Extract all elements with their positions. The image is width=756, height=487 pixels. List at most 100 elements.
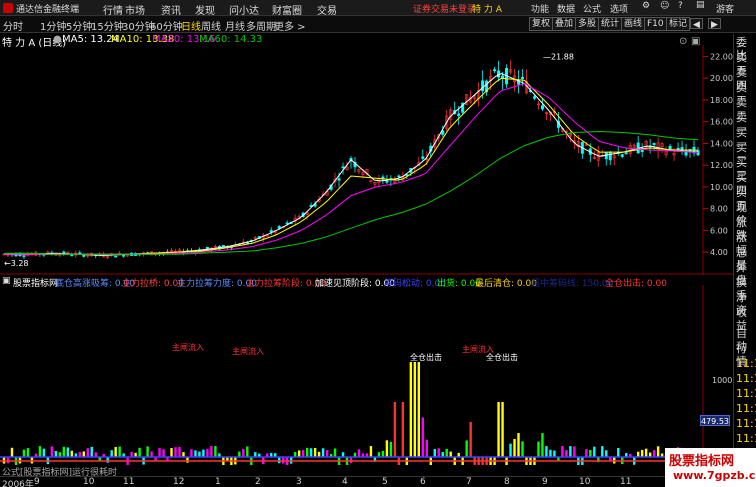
- ma60-label: MA60: 14.33: [199, 34, 263, 45]
- indicator-bar: [333, 448, 337, 457]
- candle-body: [532, 96, 536, 99]
- date-tick-label: 4: [342, 477, 348, 487]
- indicator-bar: [381, 450, 385, 457]
- indicator-bar: [114, 446, 117, 457]
- price-grid: [0, 45, 733, 275]
- indicator-bar: [110, 450, 113, 457]
- date-tick-label: 3: [296, 477, 302, 487]
- indicator-bar: [50, 446, 54, 457]
- site-watermark: 股票指标网 www.7gpzb.com: [665, 448, 756, 487]
- kline-chart[interactable]: —21.88 ←3.28 22.00 20.00 18.00 16.00 14.00 12.…: [0, 45, 733, 275]
- login-notice[interactable]: 证券交易未登录: [413, 2, 476, 15]
- period-tab-monthly[interactable]: 月线: [225, 18, 245, 33]
- indicator-annotation: 主闸流入: [172, 342, 204, 352]
- indicator-bars: [2, 362, 700, 465]
- menu-formula[interactable]: 公式: [583, 2, 601, 15]
- stats-button[interactable]: 统计: [598, 17, 623, 31]
- period-tab-5min[interactable]: 5分钟: [66, 18, 92, 33]
- indicator-bar: [549, 449, 552, 457]
- indicator-bar: [636, 451, 640, 457]
- multi-stock-button[interactable]: 多股: [575, 17, 600, 31]
- indicator-bar: [210, 446, 213, 457]
- date-tick-label: 9: [34, 477, 40, 487]
- cursor-value-badge: 479.53: [700, 415, 730, 426]
- indicator-bar: [146, 446, 149, 457]
- candle-body: [540, 105, 544, 110]
- next-arrow-icon[interactable]: ▶: [708, 18, 721, 30]
- indicator-bar: [82, 451, 85, 457]
- menu-options[interactable]: 选项: [610, 2, 628, 15]
- ma-toggle-icon[interactable]: ●: [53, 34, 62, 45]
- period-tab-1min[interactable]: 1分钟: [40, 18, 66, 33]
- draw-button[interactable]: 画线: [621, 17, 646, 31]
- indicator-bar: [301, 450, 305, 457]
- overlay-button[interactable]: 叠加: [552, 17, 577, 31]
- app-logo-icon: [3, 3, 13, 13]
- menu-market[interactable]: 市场: [125, 2, 145, 17]
- user-icon[interactable]: ☺: [660, 1, 669, 11]
- candle-body: [680, 147, 684, 152]
- period-toolbar: 分时 1分钟 5分钟 15分钟 30分钟 60分钟 日线 周线 月线 多周期 更…: [0, 16, 756, 33]
- menu-data[interactable]: 数据: [557, 2, 575, 15]
- watermark-url: www.7gpzb.com: [673, 469, 756, 482]
- price-tick-label: 10.00: [710, 183, 733, 192]
- candle-body: [521, 77, 525, 80]
- menu-function[interactable]: 功能: [531, 2, 549, 15]
- menu-discover[interactable]: 发现: [195, 2, 215, 17]
- candle-body: [481, 80, 485, 92]
- indicator-bar: [106, 457, 109, 463]
- period-tab-15min[interactable]: 15分钟: [91, 18, 124, 33]
- prev-arrow-icon[interactable]: ◀: [690, 18, 703, 30]
- app-title: 通达信金融终端: [16, 5, 80, 15]
- indicator-bar: [573, 446, 576, 457]
- menu-trade[interactable]: 交易: [317, 2, 337, 17]
- lock-icon[interactable]: ▤: [696, 0, 705, 10]
- price-tick-label: 12.00: [710, 161, 733, 170]
- mark-button[interactable]: 标记: [666, 17, 691, 31]
- guest-label[interactable]: 游客: [716, 2, 734, 15]
- indicator-bar: [421, 417, 424, 457]
- period-tab-weekly[interactable]: 周线: [201, 18, 221, 33]
- indicator-bar: [613, 457, 616, 464]
- price-tick-label: 14.00: [710, 139, 733, 148]
- settings-icon[interactable]: ⚙: [642, 1, 650, 11]
- menu-news[interactable]: 资讯: [161, 2, 181, 17]
- f10-button[interactable]: F10: [644, 17, 667, 31]
- indicator-bar: [246, 446, 249, 457]
- period-tab-intraday[interactable]: 分时: [3, 18, 23, 33]
- date-tick-label: 2: [255, 477, 261, 487]
- adjust-button[interactable]: 复权: [529, 17, 554, 31]
- price-tick-label: 8.00: [710, 205, 728, 214]
- indicator-bar: [297, 450, 301, 457]
- indicator-bar: [170, 448, 173, 457]
- indicator-chart[interactable]: 主闸流入 主闸流入 主闸流入全仓出击 全仓出击: [0, 285, 733, 465]
- side-panel-label: 11:1: [736, 387, 756, 400]
- indicator-bar: [517, 433, 520, 457]
- price-tick-label: 4.00: [710, 248, 728, 257]
- indicator-bar: [349, 457, 353, 464]
- menu-ask[interactable]: 问小达: [229, 2, 259, 17]
- indicator-bar: [537, 441, 540, 457]
- period-tab-60min[interactable]: 60分钟: [150, 18, 183, 33]
- indicator-bar: [409, 362, 413, 457]
- indicator-bar: [425, 439, 428, 457]
- indicator-bar: [393, 402, 397, 457]
- menu-wealth[interactable]: 财富圈: [272, 2, 302, 17]
- indicator-bar: [70, 450, 74, 457]
- period-tab-multi[interactable]: 多周期: [246, 18, 276, 33]
- indicator-bar: [309, 448, 313, 457]
- candle-body: [457, 113, 461, 116]
- menu-quotes[interactable]: 行情: [103, 2, 123, 17]
- indicator-bar: [605, 450, 608, 457]
- date-tick-label: 10: [83, 477, 95, 487]
- indicator-bar: [162, 449, 165, 457]
- indicator-bar: [313, 448, 317, 457]
- period-tab-more[interactable]: 更多 >: [274, 18, 306, 33]
- date-tick-label: 9: [542, 477, 548, 487]
- indicator-annotation: 全仓出击: [410, 352, 442, 362]
- date-tick-label: 11: [620, 477, 632, 487]
- period-tab-daily[interactable]: 日线: [181, 18, 201, 33]
- indicator-bar: [652, 450, 656, 457]
- price-axis: 22.00 20.00 18.00 16.00 14.00 12.00 10.00 8.00 6…: [703, 52, 733, 257]
- help-icon[interactable]: ?: [678, 1, 683, 11]
